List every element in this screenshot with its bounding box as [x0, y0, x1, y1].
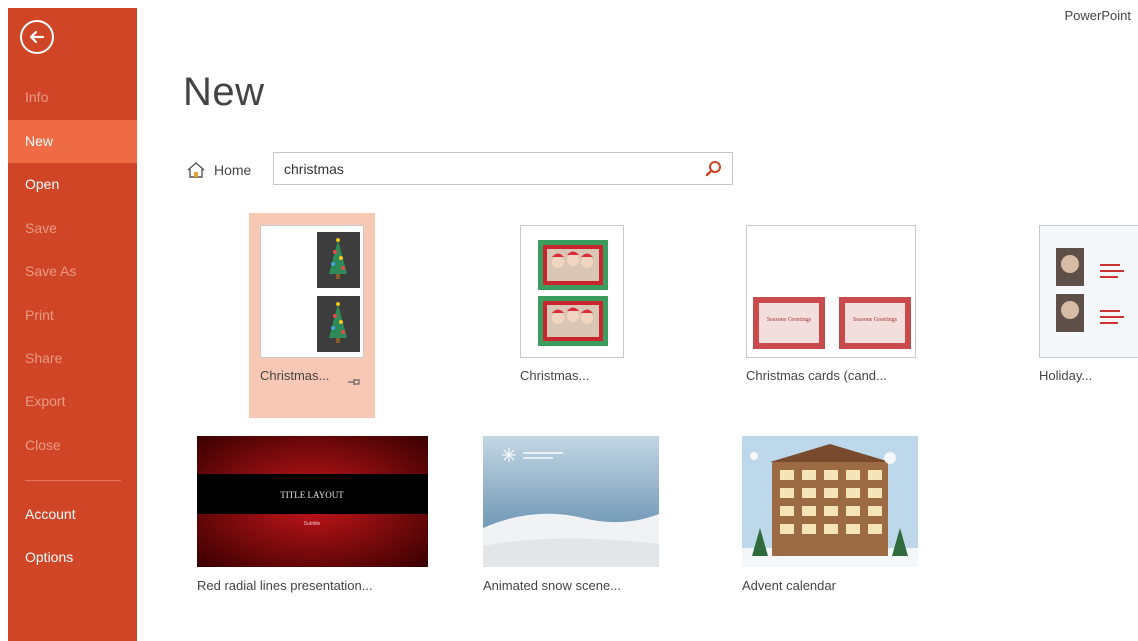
template-tile[interactable]: Animated snow scene... — [476, 428, 666, 608]
red-radial-slide-image: TITLE LAYOUT Subtitle — [197, 436, 428, 567]
template-label: Animated snow scene... — [483, 578, 622, 593]
template-label: Christmas cards (cand... — [746, 368, 887, 383]
snow-scene-slide-image — [483, 436, 659, 567]
template-tile[interactable]: Advent calendar — [735, 428, 925, 608]
photo-card-image — [538, 240, 608, 346]
template-label: Christmas... — [260, 368, 330, 383]
template-tile[interactable]: Christmas... — [249, 213, 375, 418]
nav-item-close: Close — [25, 437, 61, 453]
pin-icon[interactable] — [347, 377, 361, 387]
nav-item-export: Export — [25, 393, 66, 409]
nav-item-open[interactable]: Open — [8, 163, 137, 206]
nav-item-options[interactable]: Options — [8, 536, 137, 579]
nav-item-new[interactable]: New — [8, 120, 137, 163]
backstage-sidebar: Info New Open Save Save As Print Share E… — [8, 8, 137, 641]
nav-item-print: Print — [25, 307, 54, 323]
template-thumbnail — [260, 225, 364, 358]
home-label: Home — [214, 162, 252, 178]
template-label: Advent calendar — [742, 578, 836, 593]
sidebar-divider — [25, 480, 121, 481]
template-thumbnail: Seasons Greetings Seasons Greetings — [746, 225, 916, 358]
card-text: Seasons Greetings — [853, 317, 898, 323]
christmas-tree-card-image — [317, 232, 360, 352]
slide-title-text: TITLE LAYOUT — [280, 490, 344, 500]
template-label: Christmas... — [520, 368, 590, 383]
template-search-input[interactable] — [284, 153, 694, 184]
template-thumbnail — [742, 436, 918, 567]
template-thumbnail — [1039, 225, 1138, 358]
template-tile[interactable]: Holiday... — [1029, 213, 1138, 418]
search-icon[interactable] — [704, 159, 724, 179]
template-tile[interactable]: Christmas... — [510, 213, 636, 418]
template-thumbnail — [483, 436, 659, 567]
nav-item-info: Info — [25, 89, 49, 105]
back-button[interactable] — [20, 20, 54, 54]
template-label: Holiday... — [1039, 368, 1093, 383]
home-link[interactable]: Home — [186, 158, 251, 182]
candy-cane-card-image: Seasons Greetings Seasons Greetings — [753, 297, 911, 349]
search-box — [273, 152, 733, 185]
template-tile[interactable]: Seasons Greetings Seasons Greetings Chri… — [736, 213, 926, 418]
page-title: New — [183, 70, 265, 114]
template-thumbnail — [520, 225, 624, 358]
holiday-card-image — [1040, 226, 1138, 357]
arrow-left-icon — [29, 30, 45, 44]
nav-item-share: Share — [25, 350, 63, 366]
slide-subtitle-text: Subtitle — [304, 521, 321, 527]
template-tile[interactable]: TITLE LAYOUT Subtitle Red radial lines p… — [190, 428, 435, 608]
nav-item-account[interactable]: Account — [8, 493, 137, 536]
nav-item-save-as: Save As — [25, 263, 77, 279]
template-label: Red radial lines presentation... — [197, 578, 373, 593]
advent-calendar-image — [742, 436, 918, 567]
home-icon — [187, 162, 205, 178]
app-name: PowerPoint — [1064, 8, 1131, 23]
card-text: Seasons Greetings — [767, 317, 812, 323]
template-thumbnail: TITLE LAYOUT Subtitle — [197, 436, 428, 567]
nav-item-save: Save — [25, 220, 57, 236]
